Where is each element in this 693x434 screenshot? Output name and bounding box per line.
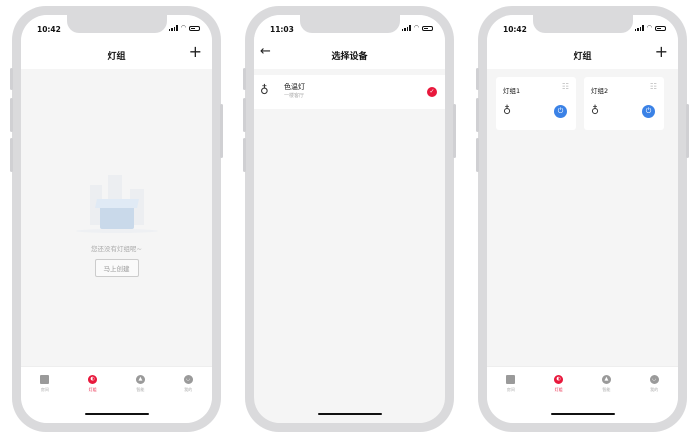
screen-select-device: 11:03 ◠ ← 选择设备 ♁ 色温灯 一楼客厅 ✓	[254, 15, 445, 423]
create-now-button[interactable]: 马上创建	[94, 259, 139, 277]
device-location: 一楼客厅	[284, 93, 305, 99]
bulbs-icon: ♁	[591, 104, 600, 117]
profile-icon: ◡	[183, 375, 193, 384]
empty-message: 您还没有灯组呢~	[91, 245, 142, 253]
power-icon[interactable]: ⏻	[642, 105, 655, 118]
wifi-icon: ◠	[180, 24, 186, 31]
smart-icon: ▲	[601, 375, 611, 384]
status-time: 10:42	[37, 25, 61, 34]
profile-icon: ◡	[649, 375, 659, 384]
empty-state: 您还没有灯组呢~ 马上创建	[21, 175, 212, 277]
status-icons: ◠	[634, 24, 666, 31]
wifi-icon: ◠	[413, 24, 419, 31]
phone-frame-2: 11:03 ◠ ← 选择设备 ♁ 色温灯 一楼客厅 ✓	[243, 6, 456, 432]
tab-smart[interactable]: ▲ 智能	[591, 375, 621, 393]
battery-icon	[422, 25, 433, 31]
home-indicator[interactable]	[317, 413, 382, 415]
light-group-icon: ◐	[554, 375, 564, 384]
home-indicator[interactable]	[550, 413, 615, 415]
light-group-icon: ◐	[88, 375, 98, 384]
group-name: 灯组2	[591, 87, 609, 95]
screen-light-groups-empty: 10:42 ◠ 灯组 + 您还没有灯组呢~ 马上创建 房间 ◐ 灯组 ▲ 智能 …	[21, 15, 212, 423]
plus-icon[interactable]: +	[189, 43, 202, 61]
page-title: 灯组	[107, 52, 126, 62]
tab-light-group[interactable]: ◐ 灯组	[78, 375, 108, 393]
tab-bar: 房间 ◐ 灯组 ▲ 智能 ◡ 我的	[21, 366, 212, 401]
empty-box-illustration	[72, 175, 162, 235]
status-time: 11:03	[270, 25, 294, 34]
phone-frame-1: 10:42 ◠ 灯组 + 您还没有灯组呢~ 马上创建 房间 ◐ 灯组 ▲ 智能 …	[10, 6, 223, 432]
settings-icon[interactable]: ☷	[650, 83, 657, 91]
smart-icon: ▲	[135, 375, 145, 384]
wifi-icon: ◠	[646, 24, 652, 31]
tab-profile[interactable]: ◡ 我的	[173, 375, 203, 393]
phone-frame-3: 10:42 ◠ 灯组 + 灯组1 ☷ ♁ ⏻ 灯组2 ☷ ♁ ⏻ 房间 ◐ 灯组…	[476, 6, 689, 432]
tab-bar: 房间 ◐ 灯组 ▲ 智能 ◡ 我的	[487, 366, 678, 401]
tab-light-group[interactable]: ◐ 灯组	[544, 375, 574, 393]
signal-icon	[168, 25, 178, 31]
tab-smart[interactable]: ▲ 智能	[125, 375, 155, 393]
tab-room[interactable]: 房间	[30, 375, 60, 393]
check-icon[interactable]: ✓	[427, 87, 437, 97]
status-time: 10:42	[503, 25, 527, 34]
signal-icon	[401, 25, 411, 31]
group-name: 灯组1	[503, 87, 521, 95]
nav-bar: ← 选择设备	[254, 41, 445, 69]
device-name: 色温灯	[284, 83, 305, 91]
room-icon	[506, 375, 516, 384]
screen-light-groups-list: 10:42 ◠ 灯组 + 灯组1 ☷ ♁ ⏻ 灯组2 ☷ ♁ ⏻ 房间 ◐ 灯组…	[487, 15, 678, 423]
device-row[interactable]: ♁ 色温灯 一楼客厅 ✓	[254, 75, 445, 109]
signal-icon	[634, 25, 644, 31]
power-icon[interactable]: ⏻	[554, 105, 567, 118]
status-icons: ◠	[401, 24, 433, 31]
room-icon	[40, 375, 50, 384]
tab-room[interactable]: 房间	[496, 375, 526, 393]
home-indicator[interactable]	[84, 413, 149, 415]
tab-profile[interactable]: ◡ 我的	[639, 375, 669, 393]
bulbs-icon: ♁	[503, 104, 512, 117]
group-card-2[interactable]: 灯组2 ☷ ♁ ⏻	[584, 77, 664, 130]
nav-bar: 灯组 +	[487, 41, 678, 69]
page-title: 选择设备	[331, 52, 368, 62]
bulb-icon: ♁	[260, 83, 269, 97]
page-title: 灯组	[573, 52, 592, 62]
status-icons: ◠	[168, 24, 200, 31]
plus-icon[interactable]: +	[655, 43, 668, 61]
nav-bar: 灯组 +	[21, 41, 212, 69]
battery-icon	[655, 25, 666, 31]
battery-icon	[189, 25, 200, 31]
settings-icon[interactable]: ☷	[562, 83, 569, 91]
group-card-1[interactable]: 灯组1 ☷ ♁ ⏻	[496, 77, 576, 130]
